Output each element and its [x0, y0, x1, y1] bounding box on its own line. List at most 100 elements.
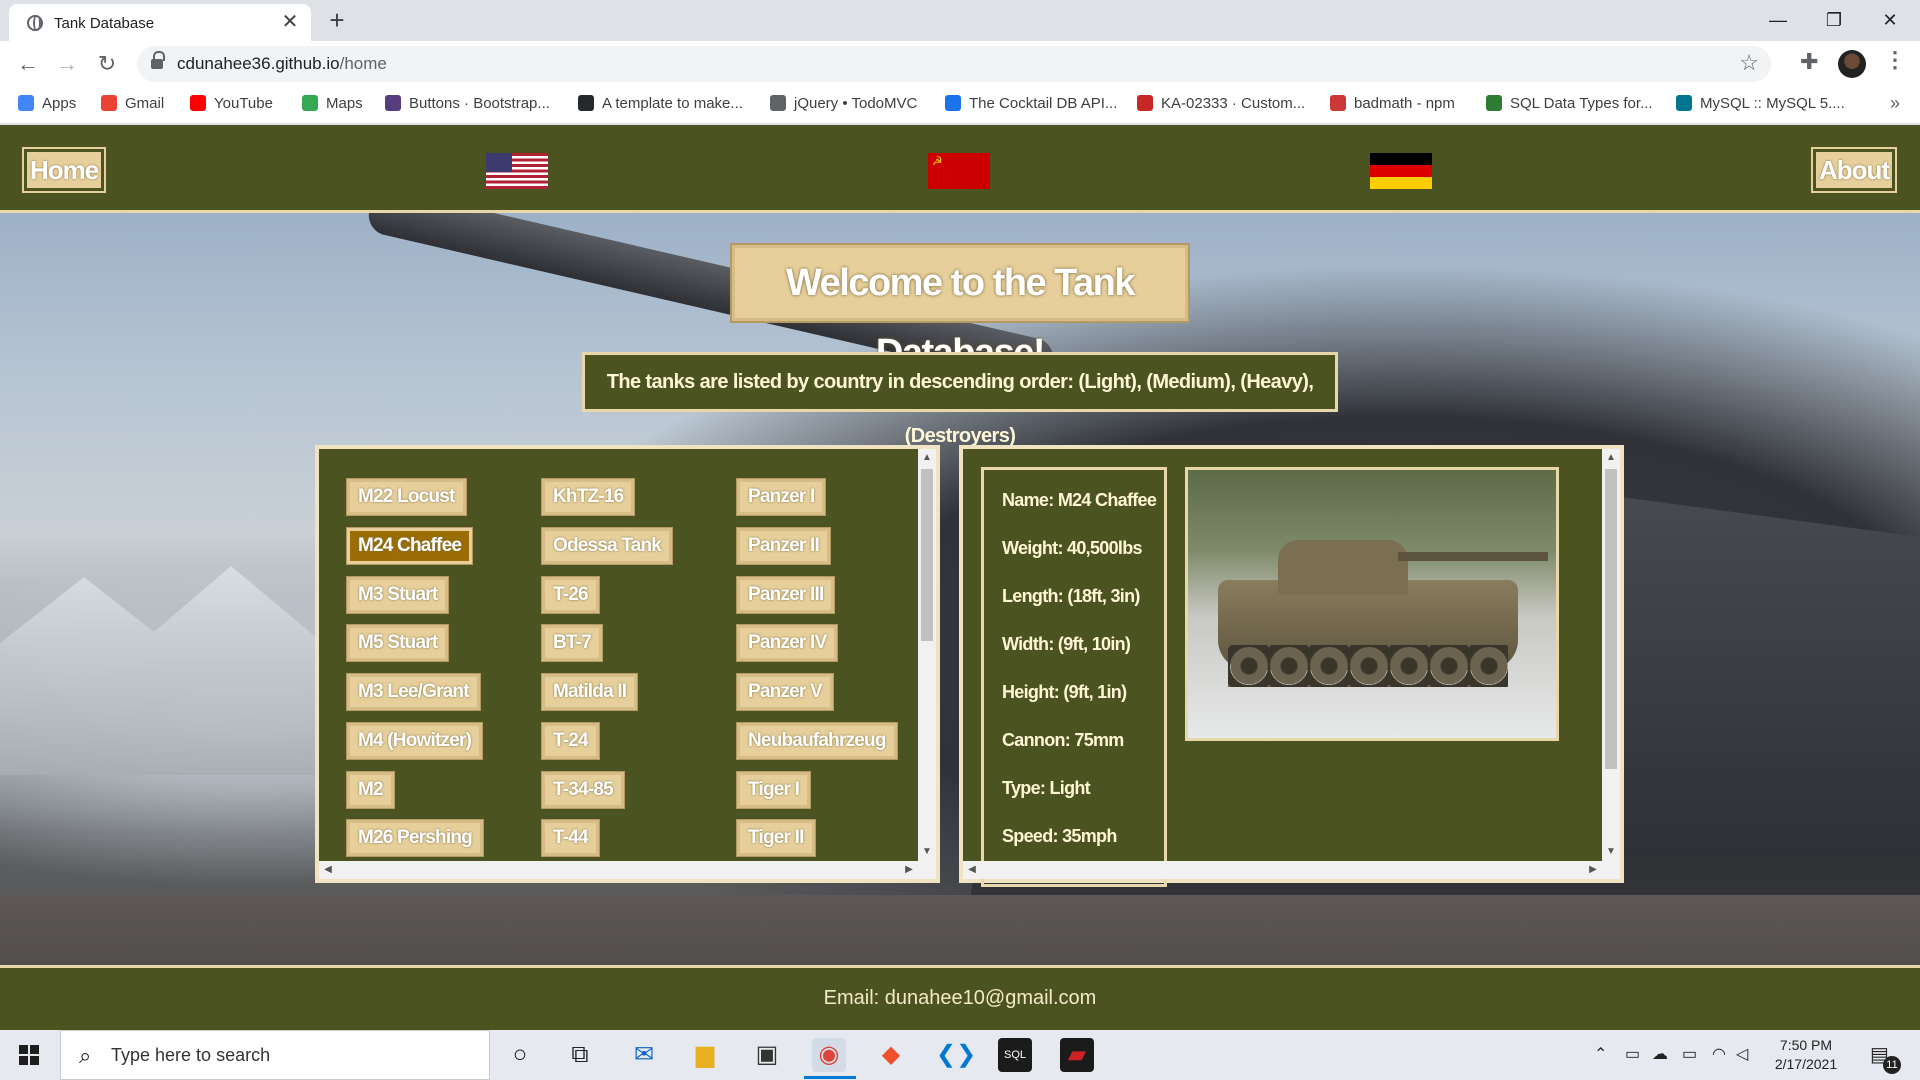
vertical-scrollbar[interactable]: ▲ ▼ [918, 449, 936, 861]
tank-button[interactable]: T-24 [542, 723, 599, 759]
minimize-button[interactable]: — [1750, 4, 1806, 36]
new-tab-button[interactable]: + [323, 6, 351, 34]
tank-button[interactable]: Panzer II [737, 528, 830, 564]
tank-button[interactable]: M5 Stuart [347, 625, 449, 661]
menu-kebab-icon[interactable]: ⋮ [1884, 47, 1906, 73]
tank-button[interactable]: M26 Pershing [347, 820, 483, 856]
tank-info-box: Name: M24 Chaffee Weight: 40,500lbs Leng… [981, 467, 1167, 887]
vscode-icon[interactable]: ❮❯ [936, 1038, 976, 1072]
scrollbar-thumb[interactable] [1605, 469, 1617, 769]
about-button[interactable]: About [1810, 147, 1898, 193]
scroll-left-arrow-icon[interactable]: ◀ [965, 863, 979, 877]
address-bar[interactable]: cdunahee36.github.io/home ☆ [137, 46, 1771, 82]
scroll-right-arrow-icon[interactable]: ▶ [1586, 863, 1600, 877]
scroll-down-arrow-icon[interactable]: ▼ [921, 845, 933, 859]
bookmark-item[interactable]: Apps [18, 95, 76, 112]
home-button[interactable]: Home [21, 147, 107, 193]
browser-toolbar: ← → ↻ cdunahee36.github.io/home ☆ ✚ ⋮ [0, 41, 1920, 87]
tank-button[interactable]: Tiger I [737, 772, 811, 808]
scroll-up-arrow-icon[interactable]: ▲ [1605, 451, 1617, 465]
scroll-right-arrow-icon[interactable]: ▶ [902, 863, 916, 877]
chrome-icon[interactable]: ◉ [812, 1038, 846, 1072]
windows-start-icon[interactable] [19, 1045, 39, 1065]
tank-list-panel[interactable]: M22 Locust M24 Chaffee M3 Stuart M5 Stua… [315, 445, 940, 883]
onedrive-icon[interactable]: ☁ [1652, 1044, 1668, 1064]
close-window-button[interactable]: ✕ [1862, 4, 1918, 36]
tank-button[interactable]: Panzer IV [737, 625, 838, 661]
tank-button[interactable]: T-34-85 [542, 772, 624, 808]
reload-icon[interactable]: ↻ [92, 49, 122, 79]
scroll-left-arrow-icon[interactable]: ◀ [321, 863, 335, 877]
tank-details-panel[interactable]: Name: M24 Chaffee Weight: 40,500lbs Leng… [959, 445, 1624, 887]
tank-button[interactable]: KhTZ-16 [542, 479, 635, 515]
tank-button[interactable]: M2 [347, 772, 394, 808]
bookmark-item[interactable]: Gmail [101, 95, 164, 112]
tank-cannon: Cannon: 75mm [1002, 730, 1124, 750]
tank-button[interactable]: T-26 [542, 577, 599, 613]
bookmark-item[interactable]: The Cocktail DB API... [945, 95, 1117, 112]
maximize-button[interactable]: ❐ [1806, 4, 1862, 36]
tank-button-selected[interactable]: M24 Chaffee [347, 528, 473, 564]
tank-button[interactable]: BT-7 [542, 625, 602, 661]
ussr-flag-icon[interactable] [928, 153, 990, 189]
tank-button[interactable]: M4 (Howitzer) [347, 723, 483, 759]
game-app-icon[interactable]: ▰ [1060, 1038, 1094, 1072]
bookmark-item[interactable]: jQuery • TodoMVC [770, 95, 917, 112]
wifi-icon[interactable]: ◠ [1712, 1044, 1726, 1064]
scrollbar-thumb[interactable] [921, 469, 933, 641]
bookmark-item[interactable]: MySQL :: MySQL 5.... [1676, 95, 1845, 112]
profile-avatar[interactable] [1838, 50, 1866, 78]
tank-button[interactable]: T-44 [542, 820, 599, 856]
tank-button[interactable]: Neubaufahrzeug [737, 723, 897, 759]
meet-now-icon[interactable]: ▭ [1625, 1044, 1640, 1064]
bookmarks-bar: Apps Gmail YouTube Maps Buttons · Bootst… [0, 87, 1920, 124]
tank-button[interactable]: Panzer V [737, 674, 833, 710]
bookmark-star-icon[interactable]: ☆ [1739, 50, 1759, 76]
taskbar-clock[interactable]: 7:50 PM 2/17/2021 [1756, 1036, 1856, 1074]
apps-grid-icon [18, 95, 34, 111]
store-icon[interactable]: ▣ [750, 1038, 784, 1072]
usa-flag-icon[interactable] [486, 153, 548, 189]
task-view-icon[interactable]: ⧉ [563, 1038, 597, 1072]
bookmark-item[interactable]: YouTube [190, 95, 273, 112]
bookmark-item[interactable]: Buttons · Bootstrap... [385, 95, 550, 112]
volume-icon[interactable]: ◁ [1736, 1044, 1748, 1064]
scroll-up-arrow-icon[interactable]: ▲ [921, 451, 933, 465]
cortana-icon[interactable]: ○ [503, 1038, 537, 1072]
close-tab-icon[interactable]: ✕ [279, 11, 301, 33]
extensions-puzzle-icon[interactable]: ✚ [1800, 49, 1818, 75]
more-bookmarks-icon[interactable]: » [1890, 93, 1900, 114]
taskbar-search-box[interactable]: ⌕ Type here to search [60, 1030, 490, 1080]
file-explorer-icon[interactable]: ▆ [688, 1038, 722, 1072]
globe-icon [27, 15, 43, 31]
mail-icon[interactable]: ✉ [627, 1038, 661, 1072]
horizontal-scrollbar[interactable]: ◀ ▶ [319, 861, 936, 879]
footer-email: Email: dunahee10@gmail.com [823, 987, 1097, 1009]
mysql-workbench-icon[interactable]: SQL [998, 1038, 1032, 1072]
tank-button[interactable]: Matilda II [542, 674, 638, 710]
browser-tab[interactable]: Tank Database ✕ [9, 4, 311, 41]
tank-button[interactable]: M3 Lee/Grant [347, 674, 480, 710]
bookmark-item[interactable]: badmath - npm [1330, 95, 1455, 112]
tank-button[interactable]: M3 Stuart [347, 577, 449, 613]
tray-chevron-icon[interactable]: ⌃ [1594, 1044, 1607, 1064]
bookmark-item[interactable]: SQL Data Types for... [1486, 95, 1653, 112]
battery-icon[interactable]: ▭ [1682, 1044, 1697, 1064]
tank-button[interactable]: Tiger II [737, 820, 815, 856]
git-kraken-icon[interactable]: ◆ [874, 1038, 908, 1072]
back-arrow-icon[interactable]: ← [13, 49, 43, 79]
forward-arrow-icon[interactable]: → [52, 49, 82, 79]
tank-button[interactable]: Odessa Tank [542, 528, 673, 564]
bookmark-item[interactable]: KA-02333 · Custom... [1137, 95, 1305, 112]
scroll-down-arrow-icon[interactable]: ▼ [1605, 845, 1617, 859]
github-icon [578, 95, 594, 111]
tank-button[interactable]: Panzer I [737, 479, 826, 515]
bookmark-item[interactable]: A template to make... [578, 95, 743, 112]
page-footer: Email: dunahee10@gmail.com [0, 965, 1920, 1030]
horizontal-scrollbar[interactable]: ◀ ▶ [963, 861, 1620, 879]
vertical-scrollbar[interactable]: ▲ ▼ [1602, 449, 1620, 861]
germany-flag-icon[interactable] [1370, 153, 1432, 189]
bookmark-item[interactable]: Maps [302, 95, 363, 112]
tank-button[interactable]: Panzer III [737, 577, 835, 613]
tank-button[interactable]: M22 Locust [347, 479, 466, 515]
